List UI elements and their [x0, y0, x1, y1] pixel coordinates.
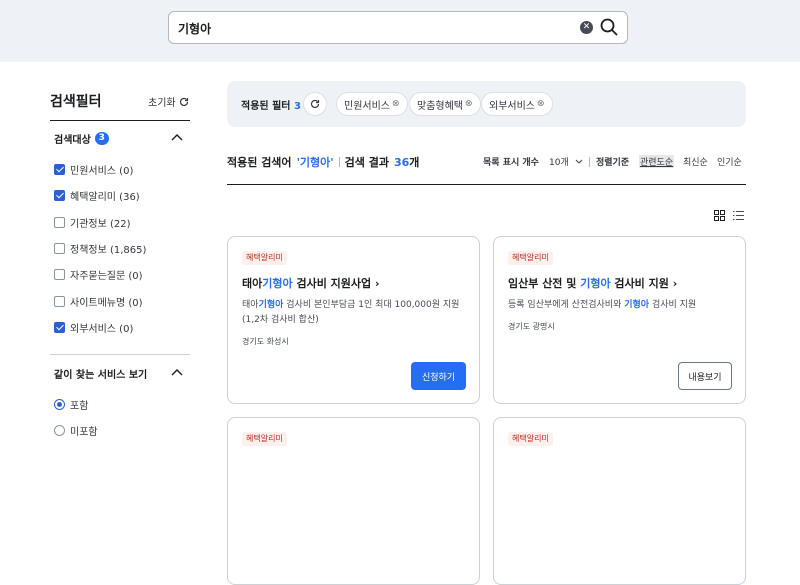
- checkbox[interactable]: [54, 269, 65, 280]
- result-count: 36: [393, 156, 410, 169]
- reset-button[interactable]: 초기화: [148, 94, 189, 109]
- per-page-label: 목록 표시 개수: [483, 158, 539, 168]
- group-related-services[interactable]: 같이 찾는 서비스 보기: [54, 366, 147, 381]
- filter-title: 검색필터: [50, 94, 102, 110]
- radio[interactable]: [54, 425, 65, 436]
- radio-label: 포함: [70, 401, 89, 412]
- search-area: ✕: [0, 0, 800, 62]
- filter-chip[interactable]: 외부서비스 ⊗: [481, 92, 553, 116]
- chevron-right-icon: ›: [672, 277, 678, 290]
- filter-chip[interactable]: 맞춤형혜택 ⊗: [409, 92, 481, 116]
- filter-checkbox[interactable]: 정책정보 (1,865): [54, 241, 146, 256]
- grid-view-icon[interactable]: [714, 210, 725, 221]
- summary-prefix: 적용된 검색어: [227, 156, 292, 169]
- close-icon[interactable]: ⊗: [465, 99, 473, 109]
- sort-label: 정렬기준: [596, 158, 630, 168]
- checkbox[interactable]: [54, 322, 65, 333]
- per-page-select[interactable]: 10개: [549, 155, 583, 168]
- applied-label-text: 적용된 필터: [241, 101, 291, 112]
- divider: [50, 120, 190, 121]
- category-tag: 혜택알리미: [242, 432, 287, 446]
- checkbox[interactable]: [54, 164, 65, 175]
- per-page-value: 10개: [549, 158, 569, 168]
- filter-checkbox[interactable]: 민원서비스 (0): [54, 162, 133, 177]
- separator: [338, 157, 340, 167]
- card-region: 경기도 화성시: [242, 337, 289, 346]
- count-badge: 3: [94, 132, 109, 145]
- group-label: 같이 찾는 서비스 보기: [54, 370, 148, 381]
- checkbox-label: 외부서비스 (0): [70, 324, 134, 335]
- chip-label: 민원서비스: [344, 100, 390, 112]
- sort-relevance[interactable]: 관련도순: [639, 155, 675, 168]
- apply-button[interactable]: 신청하기: [411, 362, 466, 390]
- separator: [589, 157, 590, 167]
- summary-term: '기형아': [296, 156, 334, 169]
- clear-icon[interactable]: ✕: [580, 21, 593, 34]
- search-summary: 적용된 검색어 '기형아' 검색 결과 36개: [227, 154, 419, 170]
- result-card[interactable]: 혜택알리미: [227, 417, 480, 585]
- category-tag: 혜택알리미: [508, 432, 553, 446]
- list-view-icon[interactable]: [733, 210, 744, 221]
- divider: [227, 184, 746, 185]
- result-card[interactable]: 혜택알리미 임산부 산전 및 기형아 검사비 지원 › 등록 임산부에게 산전검…: [493, 236, 746, 404]
- sort-latest[interactable]: 최신순: [683, 155, 708, 168]
- checkbox[interactable]: [54, 217, 65, 228]
- result-card[interactable]: 혜택알리미 태아기형아 검사비 지원사업 › 태아기형아 검사비 본인부담금 1…: [227, 236, 480, 404]
- checkbox-label: 자주묻는질문 (0): [70, 271, 143, 282]
- close-icon[interactable]: ⊗: [537, 99, 545, 109]
- card-title[interactable]: 임산부 산전 및 기형아 검사비 지원 ›: [508, 275, 677, 291]
- filter-chip[interactable]: 민원서비스 ⊗: [336, 92, 408, 116]
- card-description: 등록 임산부에게 산전검사비와 기형아 검사비 지원: [508, 300, 697, 310]
- radio-label: 미포함: [70, 427, 98, 438]
- radio-option[interactable]: 미포함: [54, 423, 98, 438]
- chevron-down-icon: [575, 159, 583, 164]
- filter-checkbox[interactable]: 사이트메뉴명 (0): [54, 294, 143, 309]
- result-card[interactable]: 혜택알리미: [493, 417, 746, 585]
- card-description: 태아기형아 검사비 본인부담금 1인 최대 100,000원 지원 (1,2차 …: [242, 300, 460, 325]
- card-title[interactable]: 태아기형아 검사비 지원사업 ›: [242, 275, 380, 291]
- checkbox[interactable]: [54, 243, 65, 254]
- view-details-button[interactable]: 내용보기: [678, 362, 732, 390]
- chip-label: 맞춤형혜택: [417, 100, 463, 112]
- checkbox-label: 기관정보 (22): [70, 219, 131, 230]
- filter-checkbox[interactable]: 외부서비스 (0): [54, 320, 133, 335]
- group-search-target[interactable]: 검색대상 3: [54, 131, 109, 146]
- applied-filters-bar: 적용된 필터 3 민원서비스 ⊗ 맞춤형혜택 ⊗ 외부서비스 ⊗: [227, 81, 746, 127]
- result-label: 검색 결과: [344, 156, 389, 169]
- reset-filters-button[interactable]: [303, 92, 327, 116]
- chevron-up-icon[interactable]: [171, 368, 183, 376]
- filter-checkbox[interactable]: 자주묻는질문 (0): [54, 267, 143, 282]
- filter-checkbox[interactable]: 혜택알리미 (36): [54, 188, 140, 203]
- divider: [50, 354, 190, 355]
- chevron-right-icon: ›: [374, 277, 380, 290]
- checkbox-label: 정책정보 (1,865): [70, 245, 147, 256]
- search-box[interactable]: ✕: [168, 11, 628, 44]
- radio[interactable]: [54, 399, 65, 410]
- reset-label: 초기화: [148, 98, 176, 109]
- checkbox-label: 혜택알리미 (36): [70, 192, 140, 203]
- radio-option[interactable]: 포함: [54, 397, 88, 412]
- sort-popular[interactable]: 인기순: [717, 155, 742, 168]
- group-label: 검색대상: [54, 135, 91, 146]
- applied-count: 3: [293, 101, 301, 112]
- search-input[interactable]: [178, 19, 558, 37]
- filter-checkbox[interactable]: 기관정보 (22): [54, 215, 131, 230]
- close-icon[interactable]: ⊗: [392, 99, 400, 109]
- applied-filters-label: 적용된 필터 3: [241, 97, 301, 112]
- refresh-icon: [179, 97, 188, 106]
- checkbox[interactable]: [54, 296, 65, 307]
- checkbox[interactable]: [54, 190, 65, 201]
- result-unit: 개: [409, 156, 420, 169]
- search-icon[interactable]: [600, 18, 618, 36]
- category-tag: 혜택알리미: [242, 251, 287, 265]
- checkbox-label: 민원서비스 (0): [70, 166, 134, 177]
- refresh-icon: [310, 99, 320, 109]
- card-region: 경기도 광명시: [508, 322, 555, 331]
- chevron-up-icon[interactable]: [171, 133, 183, 141]
- chip-label: 외부서비스: [489, 100, 535, 112]
- checkbox-label: 사이트메뉴명 (0): [70, 298, 143, 309]
- category-tag: 혜택알리미: [508, 251, 553, 265]
